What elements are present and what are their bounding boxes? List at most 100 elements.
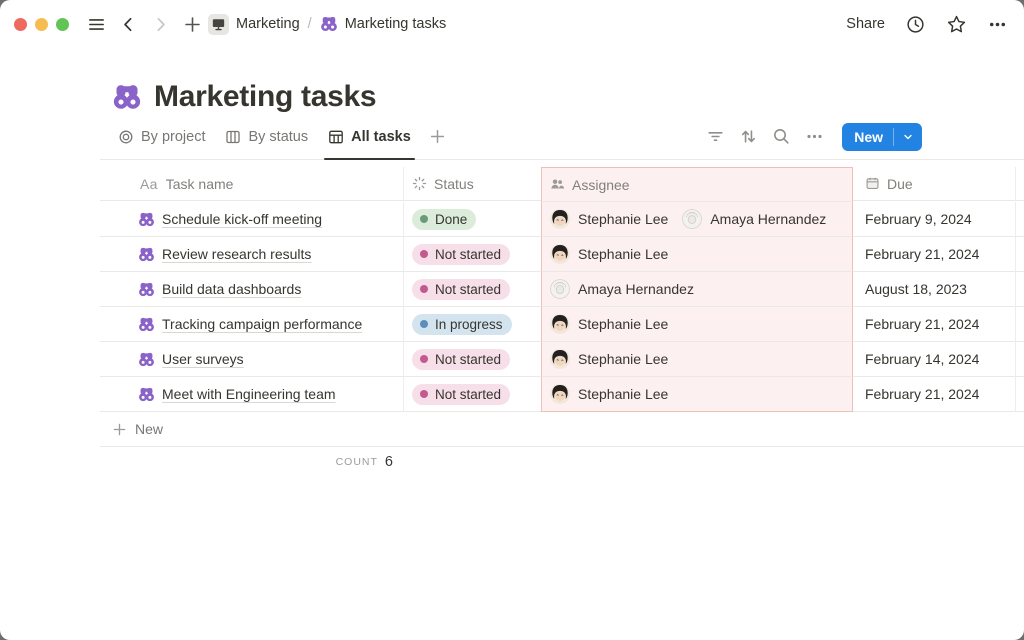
task-name[interactable]: Meet with Engineering team	[162, 386, 336, 402]
due-cell[interactable]: February 14, 2024	[853, 342, 1015, 377]
due-date: February 21, 2024	[865, 246, 979, 262]
back-icon[interactable]	[119, 15, 138, 34]
column-header-due[interactable]: Due	[853, 167, 1015, 201]
status-cell[interactable]: Not started	[403, 377, 541, 412]
task-name-cell[interactable]: User surveys	[100, 342, 403, 377]
task-name-cell[interactable]: Review research results	[100, 237, 403, 272]
share-button[interactable]: Share	[846, 16, 885, 32]
favorite-star-icon[interactable]	[946, 14, 967, 35]
filter-icon[interactable]	[706, 127, 725, 146]
breadcrumb-page[interactable]: Marketing tasks	[345, 16, 447, 32]
task-name[interactable]: Schedule kick-off meeting	[162, 211, 322, 227]
status-dot	[420, 390, 428, 398]
assignee-cell[interactable]: Stephanie Lee	[541, 237, 853, 272]
page-icon-binoculars[interactable]	[112, 82, 142, 112]
due-cell[interactable]: August 18, 2023	[853, 272, 1015, 307]
assignee-name: Stephanie Lee	[578, 211, 668, 227]
avatar	[550, 384, 570, 404]
task-name[interactable]: Review research results	[162, 246, 311, 262]
table-row[interactable]: User surveys Not started Stephanie Lee F…	[100, 342, 1024, 377]
chevron-down-icon[interactable]	[894, 123, 922, 151]
binoculars-icon	[138, 351, 155, 368]
due-date: February 14, 2024	[865, 351, 979, 367]
assignee-chip: Stephanie Lee	[550, 314, 668, 334]
binoculars-icon	[138, 316, 155, 333]
status-label: Not started	[435, 282, 501, 297]
status-label: Not started	[435, 352, 501, 367]
breadcrumb-workspace[interactable]: Marketing	[236, 16, 300, 32]
row-spacer	[1015, 377, 1024, 412]
task-name-cell[interactable]: Schedule kick-off meeting	[100, 202, 403, 237]
sidebar-menu-icon[interactable]	[87, 15, 106, 34]
add-view-icon[interactable]	[429, 128, 446, 145]
table-row[interactable]: Review research results Not started Step…	[100, 237, 1024, 272]
due-cell[interactable]: February 9, 2024	[853, 202, 1015, 237]
assignee-cell[interactable]: Stephanie Lee Amaya Hernandez	[541, 202, 853, 237]
task-name-cell[interactable]: Meet with Engineering team	[100, 377, 403, 412]
assignee-name: Amaya Hernandez	[578, 281, 694, 297]
tab-by-status[interactable]: By status	[219, 114, 314, 159]
more-options-icon[interactable]	[987, 14, 1008, 35]
due-cell[interactable]: February 21, 2024	[853, 377, 1015, 412]
column-header-assignee[interactable]: Assignee	[541, 167, 853, 202]
table-row[interactable]: Build data dashboards Not started Amaya …	[100, 272, 1024, 307]
row-spacer	[1015, 272, 1024, 307]
history-clock-icon[interactable]	[905, 14, 926, 35]
status-dot	[420, 320, 428, 328]
status-badge: Done	[412, 209, 476, 230]
column-label: Due	[887, 176, 913, 192]
page-title[interactable]: Marketing tasks	[154, 80, 376, 114]
minimize-button[interactable]	[35, 18, 48, 31]
views-bar: By project By status All tasks	[100, 114, 1024, 160]
row-spacer	[1015, 237, 1024, 272]
close-button[interactable]	[14, 18, 27, 31]
tab-by-project[interactable]: By project	[112, 114, 211, 159]
status-cell[interactable]: Done	[403, 202, 541, 237]
breadcrumb: Marketing / Marketing tasks	[208, 14, 446, 35]
assignee-name: Stephanie Lee	[578, 386, 668, 402]
avatar	[550, 209, 570, 229]
assignee-cell[interactable]: Amaya Hernandez	[541, 272, 853, 307]
sort-icon[interactable]	[739, 127, 758, 146]
binoculars-icon	[138, 246, 155, 263]
status-cell[interactable]: In progress	[403, 307, 541, 342]
view-more-icon[interactable]	[805, 127, 824, 146]
table-icon	[328, 129, 344, 145]
task-name[interactable]: Tracking campaign performance	[162, 316, 362, 332]
task-name-cell[interactable]: Build data dashboards	[100, 272, 403, 307]
task-name-cell[interactable]: Tracking campaign performance	[100, 307, 403, 342]
app-window: Marketing / Marketing tasks Share Market…	[0, 0, 1024, 640]
status-label: Done	[435, 212, 467, 227]
task-name[interactable]: User surveys	[162, 351, 244, 367]
tab-all-tasks[interactable]: All tasks	[322, 114, 417, 159]
row-spacer	[1015, 202, 1024, 237]
assignee-chip: Amaya Hernandez	[550, 279, 694, 299]
column-header-task-name[interactable]: Aa Task name	[100, 167, 403, 201]
forward-icon[interactable]	[151, 15, 170, 34]
status-cell[interactable]: Not started	[403, 342, 541, 377]
table-row[interactable]: Schedule kick-off meeting Done Stephanie…	[100, 202, 1024, 237]
tasks-table: Aa Task name Status Assignee Due	[100, 167, 1024, 412]
due-cell[interactable]: February 21, 2024	[853, 237, 1015, 272]
table-row[interactable]: Meet with Engineering team Not started S…	[100, 377, 1024, 412]
search-icon[interactable]	[772, 127, 791, 146]
assignee-cell[interactable]: Stephanie Lee	[541, 377, 853, 412]
new-button-label: New	[842, 123, 893, 151]
zoom-button[interactable]	[56, 18, 69, 31]
assignee-cell[interactable]: Stephanie Lee	[541, 307, 853, 342]
status-cell[interactable]: Not started	[403, 272, 541, 307]
status-cell[interactable]: Not started	[403, 237, 541, 272]
status-dot	[420, 250, 428, 258]
count-label[interactable]: COUNT	[336, 456, 378, 468]
status-badge: Not started	[412, 384, 510, 405]
due-date: February 21, 2024	[865, 316, 979, 332]
new-button[interactable]: New	[842, 123, 922, 151]
task-name[interactable]: Build data dashboards	[162, 281, 301, 297]
assignee-name: Amaya Hernandez	[710, 211, 826, 227]
assignee-cell[interactable]: Stephanie Lee	[541, 342, 853, 377]
column-header-status[interactable]: Status	[403, 167, 541, 201]
due-cell[interactable]: February 21, 2024	[853, 307, 1015, 342]
new-page-icon[interactable]	[183, 15, 202, 34]
table-row[interactable]: Tracking campaign performance In progres…	[100, 307, 1024, 342]
add-row-button[interactable]: New	[100, 412, 1024, 447]
